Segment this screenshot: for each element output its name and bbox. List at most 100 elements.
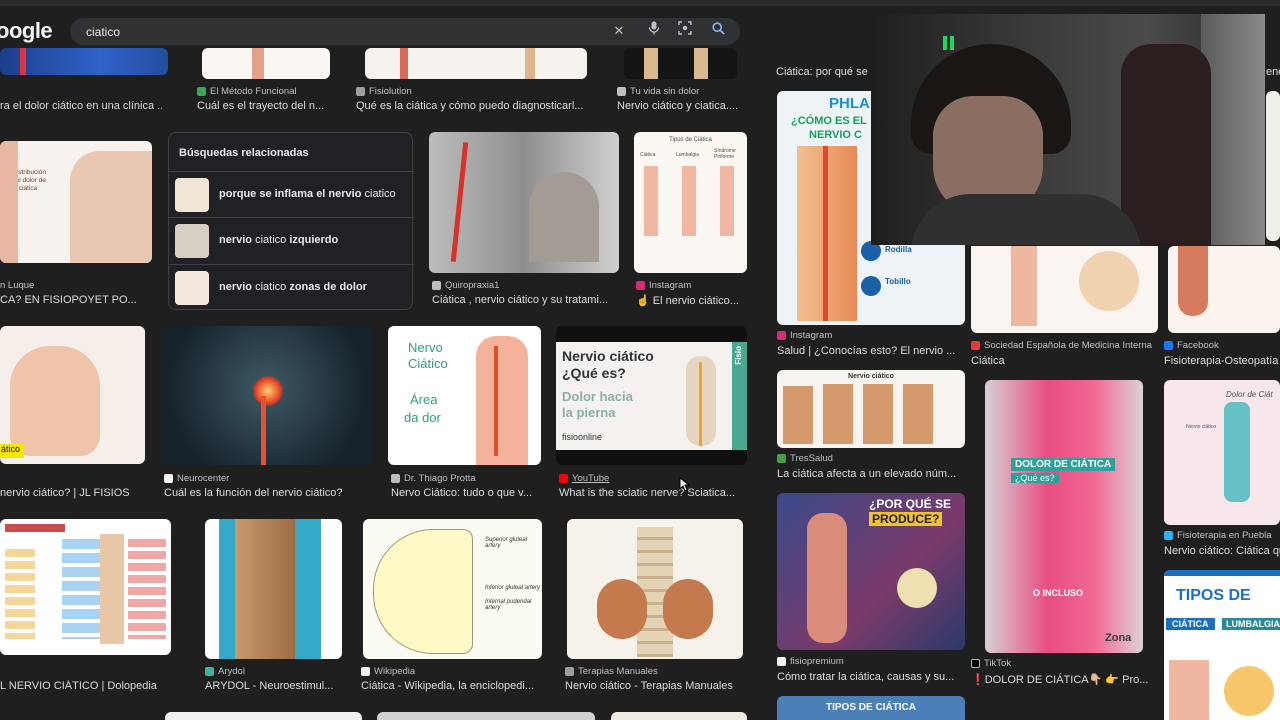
image-thumb[interactable] [0,48,168,75]
image-thumb[interactable] [377,712,595,720]
clear-icon[interactable]: ✕ [609,21,629,41]
site-favicon-icon [391,474,400,483]
result-title[interactable]: ☝ El nervio ciático... [636,294,746,307]
image-thumb[interactable] [567,519,743,659]
image-thumb[interactable]: Nervo Ciático Área da dor [388,326,541,465]
image-thumb[interactable] [429,132,619,273]
result-source: Wikipedia [361,666,541,677]
related-search-item[interactable]: nervio ciatico zonas de dolor [169,264,414,310]
result-source: Fisiolution [356,86,596,97]
top-strip [0,0,1280,6]
result-title[interactable]: Salud | ¿Conocías esto? El nervio ... [777,345,967,357]
youtube-icon [559,474,568,483]
result-title[interactable]: Cuál es el trayecto del n... [197,100,329,112]
result-source: Terapias Manuales [565,666,745,677]
result-source: fisiopremium [777,656,967,667]
result-source: Sociedad Española de Medicina Interna [971,340,1161,351]
facebook-icon [1164,341,1173,350]
search-input[interactable] [86,22,606,41]
image-thumb[interactable] [202,48,330,79]
instagram-icon [777,331,786,340]
image-thumb[interactable]: DOLOR DE CIÁTICA ¿Qué es? O INCLUSO Zona [985,380,1143,653]
result-title[interactable]: Nervio ciático y ciatica.... [617,100,745,112]
image-thumb[interactable] [971,246,1158,333]
result-source: Facebook [1164,340,1280,351]
wikipedia-icon [361,667,370,676]
site-favicon-icon [777,454,786,463]
result-title[interactable]: Ciática [971,355,1161,367]
search-icon[interactable] [708,21,728,41]
image-thumb[interactable]: Tipos de Ciática Ciática Lumbalgia Síndr… [634,132,747,273]
result-title[interactable]: What is the sciatic nerve? Sciatica... [559,487,745,499]
related-search-thumb [175,178,209,212]
result-title[interactable]: ARYDOL - Neuroestimul... [205,680,342,692]
site-favicon-icon [971,341,980,350]
image-thumb[interactable]: Dolor de Ciát Nervio ciático [1164,380,1280,525]
result-title[interactable]: CA? EN FISIOPOYET PO... [0,294,152,306]
result-title[interactable]: Cómo tratar la ciática, causas y su... [777,671,967,683]
result-title[interactable]: Nervo Ciático: tudo o que v... [391,487,541,499]
site-favicon-icon [197,87,206,96]
result-title[interactable]: Cuál es la función del nervio ciático? [164,487,372,499]
image-thumb[interactable]: Nervio ciático [777,370,965,448]
related-search-item[interactable]: nervio ciatico izquierdo [169,217,414,263]
result-source: Arydol [205,666,345,677]
result-title[interactable]: ra el dolor ciático en una clínica ... [0,100,162,112]
image-thumb[interactable] [1266,91,1280,241]
image-thumb[interactable] [1168,246,1280,333]
microphone-icon[interactable] [644,21,664,41]
site-favicon-icon [1164,531,1173,540]
related-search-thumb [175,271,209,305]
result-source: YouTube [559,473,749,484]
image-thumb[interactable] [161,326,373,465]
site-favicon-icon [356,87,365,96]
result-title[interactable]: La ciática afecta a un elevado núm... [777,468,967,480]
image-thumb[interactable]: Superior gluteal artery Inferior gluteal… [363,519,542,659]
result-source: Quiropraxia1 [432,280,622,291]
result-title[interactable]: Nervio ciático: Ciática qu [1164,545,1280,557]
image-thumb[interactable]: TIPOS DE CIÁTICA [777,696,965,720]
image-thumb[interactable]: TIPOS DE CIÁTICA LUMBALGIA [1164,570,1280,720]
result-title[interactable]: nervio ciático? | JL FISIOS [0,487,150,499]
image-thumb[interactable] [165,712,362,720]
related-searches-title: Búsquedas relacionadas [179,147,309,159]
result-source: Dr. Thiago Protta [391,473,541,484]
search-bar[interactable]: ✕ [70,18,740,45]
instagram-icon [636,281,645,290]
image-thumb[interactable] [624,48,737,79]
image-thumb[interactable] [205,519,342,659]
related-search-item[interactable]: porque se inflama el nervio ciatico [169,171,414,217]
result-title[interactable]: Ciática - Wikipedia, la enciclopedi... [361,680,543,692]
image-thumb[interactable]: ático [0,326,145,464]
result-title[interactable]: Nervio ciático - Terapias Manuales [565,680,745,692]
image-thumb[interactable]: Distribución del dolor de la ciática [0,141,152,263]
result-title[interactable]: ❗DOLOR DE CIÁTICA👇🏼 👉 Pro... [971,673,1161,686]
site-favicon-icon [164,474,173,483]
site-favicon-icon [777,657,786,666]
image-thumb[interactable] [365,48,587,79]
result-source: Instagram [636,280,746,291]
result-source: n Luque [0,280,35,291]
lens-icon[interactable] [675,21,695,41]
side-panel-header: Ciática: por qué se [776,66,868,78]
image-thumb[interactable]: ¿POR QUÉ SE PRODUCE? [777,493,965,650]
site-favicon-icon [205,667,214,676]
result-title[interactable]: Qué es la ciática y cómo puedo diagnosti… [356,100,592,112]
result-source: Instagram [777,330,967,341]
site-favicon-icon [565,667,574,676]
webcam-overlay [871,14,1265,245]
side-panel-header-tail: ene [1266,66,1280,78]
result-source: Tu vida sin dolor [617,86,747,97]
result-title[interactable]: L NERVIO CIÁTICO | Dolopedia [0,680,170,692]
result-title[interactable]: Fisioterapia-Osteopatía [1164,355,1280,367]
site-favicon-icon [432,281,441,290]
result-title[interactable]: Ciática , nervio ciático y su tratami... [432,294,615,306]
image-thumb[interactable] [611,712,747,720]
pause-icon [943,36,955,50]
image-thumb[interactable] [0,519,171,655]
result-source: Fisioterapia en Puebla [1164,530,1280,541]
tiktok-icon [971,659,980,668]
result-source: Neurocenter [164,473,364,484]
google-logo[interactable]: oogle [0,18,53,44]
image-thumb[interactable]: Nervio ciático ¿Qué es? Dolor hacia la p… [556,326,747,465]
